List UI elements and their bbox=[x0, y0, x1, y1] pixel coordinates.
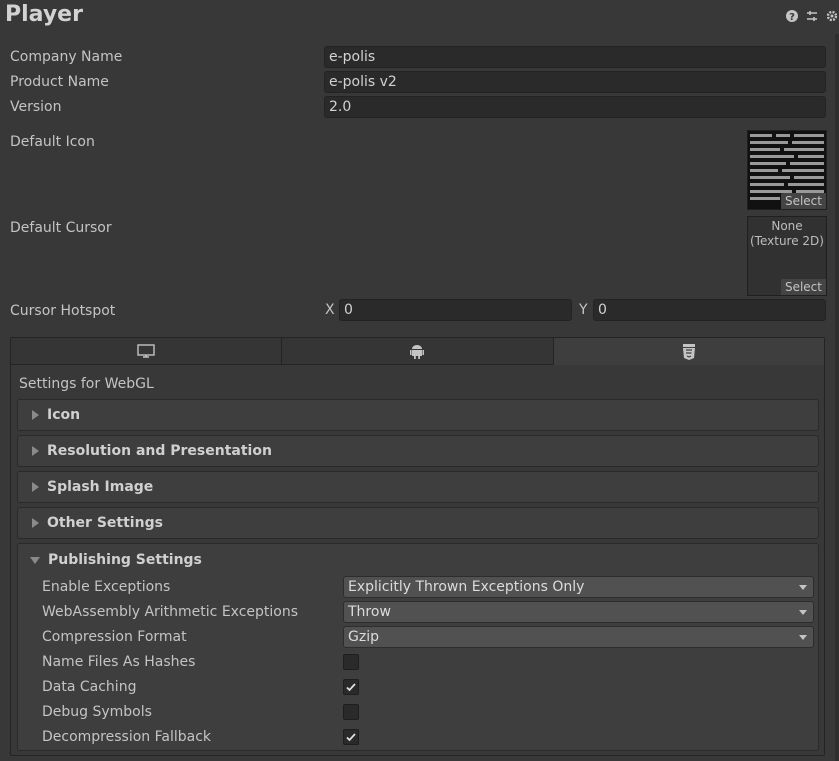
enable-exceptions-row: Enable Exceptions bbox=[42, 576, 170, 598]
wasm-arith-dropdown[interactable]: Throw bbox=[343, 601, 814, 623]
cursor-none-text: None (Texture 2D) bbox=[748, 219, 826, 249]
enable-exceptions-label: Enable Exceptions bbox=[42, 579, 171, 595]
wasm-arith-value: Throw bbox=[348, 604, 391, 620]
section-title: Splash Image bbox=[47, 479, 154, 495]
section-other-settings[interactable]: Other Settings bbox=[17, 507, 819, 539]
expand-arrow-icon bbox=[32, 446, 39, 456]
expand-arrow-icon bbox=[32, 518, 39, 528]
section-resolution-and-presentation[interactable]: Resolution and Presentation bbox=[17, 435, 819, 467]
platform-tabs bbox=[11, 338, 824, 365]
debug-symbols-row: Debug Symbols bbox=[42, 701, 152, 723]
hotspot-y-label: Y bbox=[579, 302, 588, 318]
page-title: Player bbox=[5, 2, 83, 27]
preset-icon[interactable] bbox=[805, 9, 819, 23]
compression-format-dropdown[interactable]: Gzip bbox=[343, 626, 814, 648]
default-icon-label: Default Icon bbox=[10, 134, 95, 150]
wasm-arith-row: WebAssembly Arithmetic Exceptions bbox=[42, 601, 298, 623]
product-name-row: Product Name bbox=[10, 71, 109, 93]
enable-exceptions-value: Explicitly Thrown Exceptions Only bbox=[348, 579, 585, 595]
default-icon-thumbnail[interactable]: Select bbox=[747, 130, 827, 210]
cursor-none: None bbox=[771, 219, 803, 233]
section-title: Other Settings bbox=[47, 515, 163, 531]
version-row: Version bbox=[10, 96, 61, 118]
hotspot-x-field[interactable]: 0 bbox=[339, 299, 572, 321]
data-caching-row: Data Caching bbox=[42, 676, 136, 698]
debug-symbols-checkbox[interactable] bbox=[343, 704, 359, 720]
section-splash-image[interactable]: Splash Image bbox=[17, 471, 819, 503]
debug-symbols-label: Debug Symbols bbox=[42, 704, 152, 720]
cursor-hotspot-label: Cursor Hotspot bbox=[10, 303, 116, 319]
android-icon bbox=[410, 345, 425, 359]
product-name-label: Product Name bbox=[10, 74, 109, 90]
cursor-type: (Texture 2D) bbox=[750, 234, 824, 248]
chevron-down-icon bbox=[799, 610, 807, 615]
data-caching-label: Data Caching bbox=[42, 679, 137, 695]
chevron-down-icon bbox=[799, 585, 807, 590]
section-title: Publishing Settings bbox=[48, 552, 202, 568]
compression-format-label: Compression Format bbox=[42, 629, 187, 645]
gear-icon[interactable] bbox=[825, 9, 839, 23]
header-icons: ? bbox=[785, 9, 839, 23]
decompression-fallback-row: Decompression Fallback bbox=[42, 726, 211, 748]
svg-text:?: ? bbox=[789, 12, 795, 23]
decompression-fallback-label: Decompression Fallback bbox=[42, 729, 212, 745]
default-cursor-row: Default Cursor bbox=[10, 217, 112, 239]
data-caching-checkbox[interactable] bbox=[343, 679, 359, 695]
compression-format-row: Compression Format bbox=[42, 626, 187, 648]
default-cursor-thumbnail[interactable]: None (Texture 2D) Select bbox=[747, 216, 827, 296]
help-icon[interactable]: ? bbox=[785, 9, 799, 23]
wasm-arith-label: WebAssembly Arithmetic Exceptions bbox=[42, 604, 299, 620]
version-field[interactable]: 2.0 bbox=[324, 96, 826, 118]
name-files-row: Name Files As Hashes bbox=[42, 651, 195, 673]
product-name-field[interactable]: e-polis v2 bbox=[324, 71, 826, 93]
hotspot-x-label: X bbox=[325, 302, 335, 318]
expand-arrow-icon bbox=[32, 410, 39, 420]
publishing-settings-header[interactable]: Publishing Settings bbox=[18, 544, 202, 576]
default-cursor-select-button[interactable]: Select bbox=[780, 279, 826, 295]
enable-exceptions-dropdown[interactable]: Explicitly Thrown Exceptions Only bbox=[343, 576, 814, 598]
company-name-label: Company Name bbox=[10, 49, 123, 65]
settings-for-label: Settings for WebGL bbox=[19, 376, 154, 392]
company-name-field[interactable]: e-polis bbox=[324, 46, 826, 68]
expand-arrow-icon bbox=[32, 482, 39, 492]
scrollbar[interactable] bbox=[835, 34, 839, 761]
default-icon-select-button[interactable]: Select bbox=[780, 193, 826, 209]
html5-icon bbox=[682, 343, 695, 360]
monitor-icon bbox=[137, 344, 155, 358]
hotspot-y-field[interactable]: 0 bbox=[593, 299, 826, 321]
name-files-checkbox[interactable] bbox=[343, 654, 359, 670]
default-cursor-label: Default Cursor bbox=[10, 220, 112, 236]
chevron-down-icon bbox=[799, 635, 807, 640]
version-label: Version bbox=[10, 99, 62, 115]
company-name-row: Company Name bbox=[10, 46, 122, 68]
checkmark-icon bbox=[346, 683, 356, 692]
name-files-label: Name Files As Hashes bbox=[42, 654, 196, 670]
checkmark-icon bbox=[346, 733, 356, 742]
section-icon[interactable]: Icon bbox=[17, 399, 819, 431]
tab-standalone[interactable] bbox=[11, 338, 283, 365]
inspector-header: Player ? bbox=[0, 0, 839, 34]
section-publishing-settings: Publishing Settings Enable Exceptions Ex… bbox=[17, 543, 819, 751]
section-title: Icon bbox=[47, 407, 81, 423]
tab-webgl[interactable] bbox=[553, 338, 824, 365]
compression-format-value: Gzip bbox=[348, 629, 379, 645]
decompression-fallback-checkbox[interactable] bbox=[343, 729, 359, 745]
collapse-arrow-icon bbox=[30, 556, 40, 564]
tab-android[interactable] bbox=[282, 338, 554, 365]
section-title: Resolution and Presentation bbox=[47, 443, 272, 459]
default-icon-row: Default Icon bbox=[10, 131, 95, 153]
cursor-hotspot-row: Cursor Hotspot bbox=[10, 300, 115, 322]
platform-settings-panel: Settings for WebGL Icon Resolution and P… bbox=[10, 337, 825, 756]
